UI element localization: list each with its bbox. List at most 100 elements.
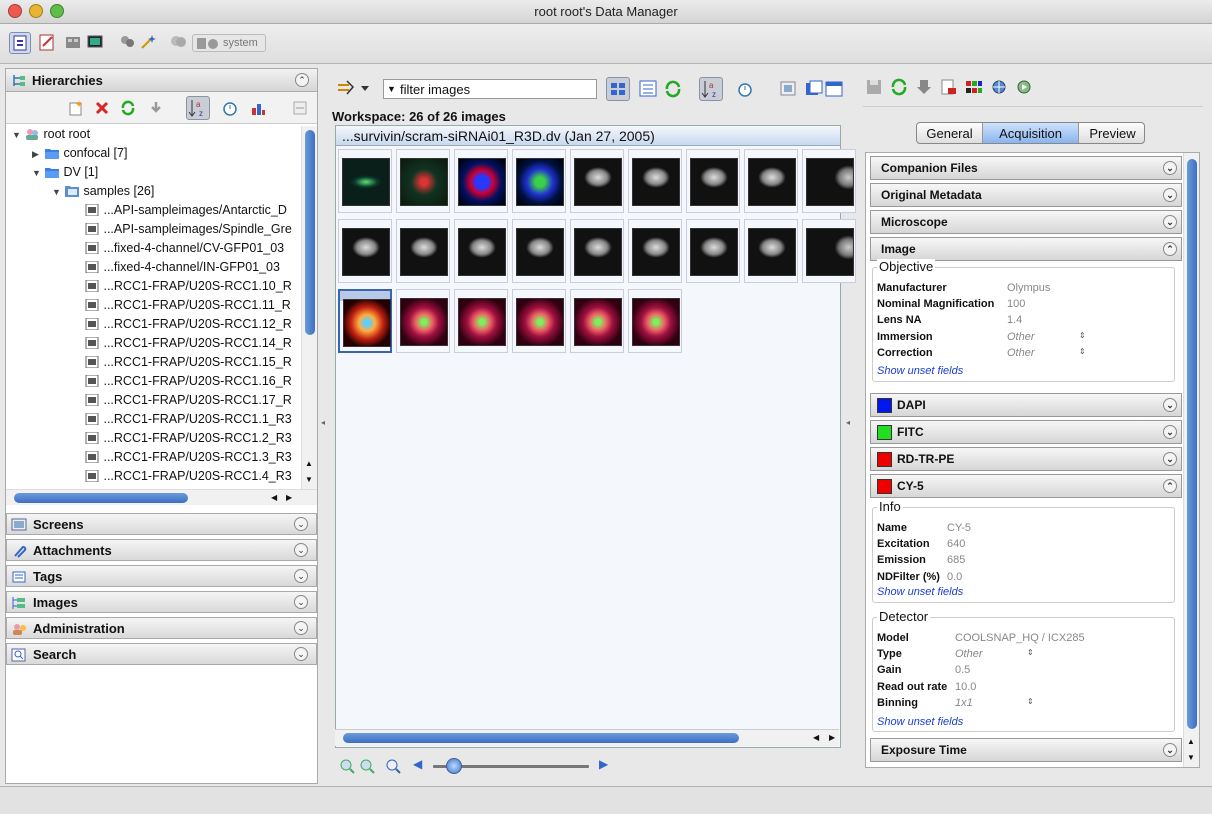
image-thumbnail[interactable] (512, 289, 566, 353)
sort-az-button[interactable]: az (186, 96, 210, 120)
accordion-administration[interactable]: Administration ⌄ (6, 617, 317, 639)
rd-tr-pe-section[interactable]: RD-TR-PE ⌄ (870, 447, 1182, 471)
next-icon[interactable]: ▶ (599, 757, 608, 771)
image-thumbnail[interactable] (744, 219, 798, 283)
expand-icon[interactable]: ⌄ (1163, 425, 1177, 439)
expand-icon[interactable]: ⌄ (1163, 215, 1177, 229)
list-view-icon[interactable] (639, 80, 657, 98)
exposure-time-section[interactable]: Exposure Time ⌄ (870, 738, 1182, 762)
timer-icon[interactable] (222, 100, 238, 116)
filter-options-icon[interactable] (337, 80, 371, 96)
expanded-arrow-icon[interactable]: ▼ (32, 168, 42, 178)
sort-by-date-icon[interactable] (736, 80, 754, 98)
info-show-unset-link[interactable]: Show unset fields (877, 586, 963, 598)
image-thumbnail[interactable] (628, 289, 682, 353)
tree-image-item[interactable]: ...RCC1-FRAP/U20S-RCC1.3_R3 (72, 450, 292, 468)
chart-icon[interactable] (250, 100, 266, 116)
tree-image-item[interactable]: ...API-sampleimages/Spindle_Gre (72, 222, 292, 240)
image-thumbnail[interactable] (396, 149, 450, 213)
spinner-arrows-icon[interactable]: ⇕ (1079, 347, 1086, 356)
image-thumbnail[interactable] (512, 219, 566, 283)
expand-icon[interactable]: ⌄ (1163, 743, 1177, 757)
tree-image-item[interactable]: ...RCC1-FRAP/U20S-RCC1.15_R (72, 355, 292, 373)
image-thumbnail[interactable] (570, 289, 624, 353)
new-item-icon[interactable] (68, 100, 84, 116)
tree-node[interactable]: ▼ DV [1] (32, 165, 98, 183)
zoom-in-icon[interactable] (359, 758, 375, 774)
editor-icon[interactable] (37, 32, 59, 54)
export-pdf-icon[interactable] (940, 78, 958, 96)
expand-icon[interactable]: ⌄ (294, 543, 308, 557)
save-icon[interactable] (865, 78, 883, 96)
accordion-screens[interactable]: Screens ⌄ (6, 513, 317, 535)
image-thumbnail[interactable] (454, 289, 508, 353)
microscope-section[interactable]: Microscope ⌄ (870, 210, 1182, 234)
spinner-arrows-icon[interactable]: ⇕ (1079, 331, 1086, 340)
companion-files-section[interactable]: Companion Files ⌄ (870, 156, 1182, 180)
image-thumbnail[interactable] (338, 219, 392, 283)
detector-show-unset-link[interactable]: Show unset fields (877, 716, 963, 728)
accordion-images[interactable]: Images ⌄ (6, 591, 317, 613)
tree-image-item[interactable]: ...fixed-4-channel/IN-GFP01_03 (72, 260, 280, 278)
spinner-arrows-icon[interactable]: ⇕ (1027, 697, 1034, 706)
tree-node[interactable]: ▼ root root (12, 127, 90, 145)
metadata-vertical-scrollbar[interactable]: ▲ ▼ (1183, 153, 1199, 767)
expand-icon[interactable]: ⌄ (1163, 161, 1177, 175)
magic-wand-icon[interactable] (138, 32, 160, 54)
image-thumbnail[interactable] (338, 149, 392, 213)
image-thumbnail[interactable] (570, 219, 624, 283)
expanded-arrow-icon[interactable]: ▼ (52, 187, 62, 197)
group-selector[interactable]: system (192, 34, 266, 52)
tree-image-item[interactable]: ...RCC1-FRAP/U20S-RCC1.4_R3 (72, 469, 292, 487)
image-section[interactable]: Image ⌃ (870, 237, 1182, 261)
download-icon[interactable] (915, 78, 933, 96)
tree-view-icon[interactable] (9, 32, 31, 54)
collapse-icon[interactable]: ⌃ (1163, 479, 1177, 493)
expand-icon[interactable]: ⌄ (1163, 398, 1177, 412)
layout-icon[interactable] (805, 80, 823, 98)
hierarchies-header[interactable]: Hierarchies ⌃ (6, 69, 317, 92)
cy-5-section[interactable]: CY-5 ⌃ (870, 474, 1182, 498)
image-thumbnail[interactable] (338, 289, 392, 353)
tree-image-item[interactable]: ...fixed-4-channel/CV-GFP01_03 (72, 241, 284, 259)
collapsed-arrow-icon[interactable]: ▶ (32, 149, 42, 160)
expand-icon[interactable]: ⌄ (294, 647, 308, 661)
grid-view-icon[interactable] (63, 32, 85, 54)
window-icon[interactable] (825, 80, 843, 98)
tree-image-item[interactable]: ...RCC1-FRAP/U20S-RCC1.10_R (72, 279, 292, 297)
tree-image-item[interactable]: ...RCC1-FRAP/U20S-RCC1.1_R3 (72, 412, 292, 430)
tree-image-item[interactable]: ...API-sampleimages/Antarctic_D (72, 203, 287, 221)
tab-acquisition[interactable]: Acquisition (983, 123, 1079, 143)
hierarchy-tree[interactable]: ▼ root root ▶ confocal [7] ▼ DV [1] ▼ sampl… (6, 126, 302, 489)
panel-toggle-icon[interactable] (292, 100, 308, 116)
tree-image-item[interactable]: ...RCC1-FRAP/U20S-RCC1.12_R (72, 317, 292, 335)
tree-node[interactable]: ▶ confocal [7] (32, 146, 127, 164)
tree-image-item[interactable]: ...RCC1-FRAP/U20S-RCC1.17_R (72, 393, 292, 411)
collapse-up-icon[interactable]: ⌃ (295, 73, 309, 87)
monitor-icon[interactable] (85, 32, 107, 54)
group-icon[interactable] (168, 32, 190, 54)
thumbnail-view-button[interactable] (606, 77, 630, 101)
left-splitter[interactable]: ◂ (320, 68, 328, 784)
accordion-attachments[interactable]: Attachments ⌄ (6, 539, 317, 561)
collapse-icon[interactable]: ⌃ (1163, 242, 1177, 256)
tree-image-item[interactable]: ...RCC1-FRAP/U20S-RCC1.2_R3 (72, 431, 292, 449)
filter-dropdown-icon[interactable]: ▼ (387, 84, 396, 94)
expanded-arrow-icon[interactable]: ▼ (12, 130, 22, 140)
tree-vertical-scroll-thumb[interactable] (305, 130, 315, 335)
accordion-search[interactable]: Search ⌄ (6, 643, 317, 665)
image-thumbnail[interactable] (454, 219, 508, 283)
refresh-browser-icon[interactable] (664, 80, 682, 98)
dapi-section[interactable]: DAPI ⌄ (870, 393, 1182, 417)
field-value[interactable]: Other (1007, 331, 1035, 343)
magnify-icon[interactable] (780, 80, 798, 98)
accordion-tags[interactable]: Tags ⌄ (6, 565, 317, 587)
expand-icon[interactable]: ⌄ (1163, 452, 1177, 466)
field-value[interactable]: Other (955, 648, 983, 660)
expand-icon[interactable]: ⌄ (294, 569, 308, 583)
filter-input[interactable]: ▼ filter images (383, 79, 597, 99)
zoom-fit-icon[interactable] (385, 758, 401, 774)
tree-image-item[interactable]: ...RCC1-FRAP/U20S-RCC1.14_R (72, 336, 292, 354)
image-thumbnail[interactable] (396, 289, 450, 353)
sort-by-name-button[interactable]: az (699, 77, 723, 101)
